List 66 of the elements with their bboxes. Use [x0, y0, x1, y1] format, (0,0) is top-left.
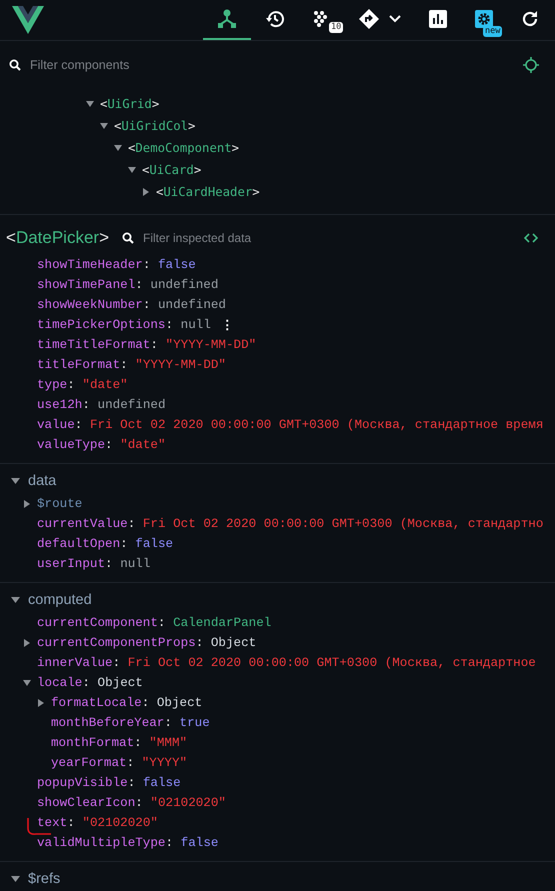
component-node[interactable]: <UiCard>	[142, 163, 202, 177]
component-tree-icon	[217, 9, 237, 29]
property-row: formatLocale: Object	[51, 696, 202, 710]
property-row: $route	[37, 497, 82, 511]
property-row: showTimePanel: undefined	[37, 278, 218, 292]
property-row: titleFormat: "YYYY-MM-DD"	[37, 358, 226, 372]
property-row: currentComponentProps: Object	[37, 636, 256, 650]
component-node[interactable]: <UiCardHeader>	[156, 185, 260, 199]
property-row: showClearIcon: "02102020"	[37, 796, 226, 810]
expand-toggle-icon[interactable]	[114, 144, 122, 152]
property-row: monthFormat: "MMM"	[51, 736, 188, 750]
more-actions-icon[interactable]: ⋮	[220, 317, 234, 333]
property-row: value: Fri Oct 02 2020 00:00:00 GMT+0300 (Москва, стандартное время	[37, 418, 544, 432]
property-row: type: "date"	[37, 378, 128, 392]
property-row: defaultOpen: false	[37, 537, 174, 551]
expand-toggle-icon[interactable]	[86, 100, 94, 108]
property-row: currentComponent: CalendarPanel	[37, 616, 272, 630]
code-icon[interactable]	[524, 233, 538, 243]
history-icon	[265, 9, 285, 29]
property-row: validMultipleType: false	[37, 836, 218, 850]
expand-toggle-icon[interactable]	[37, 699, 45, 707]
component-node[interactable]: <UiGridCol>	[114, 119, 196, 133]
expand-toggle-icon[interactable]	[128, 166, 136, 174]
count-badge: 10	[329, 22, 344, 33]
expand-toggle-icon[interactable]	[11, 477, 20, 485]
property-row: popupVisible: false	[37, 776, 181, 790]
filter-components-field[interactable]: Filter components	[30, 56, 514, 74]
count-badge: new	[483, 26, 502, 37]
logo-icon	[12, 6, 44, 34]
bar-chart-icon	[429, 10, 447, 28]
property-row: yearFormat: "YYYY"	[51, 756, 188, 770]
property-row: showWeekNumber: undefined	[37, 298, 226, 312]
property-row: userInput: null	[37, 557, 150, 571]
settings-icon	[475, 10, 493, 28]
toolbar-tab[interactable]: 10	[299, 0, 345, 40]
route-sign-icon	[359, 9, 379, 29]
property-row: text: "02102020"	[37, 816, 158, 830]
property-row: locale: Object	[37, 676, 143, 690]
property-row: use12h: undefined	[37, 398, 166, 412]
expand-toggle-icon[interactable]	[11, 596, 20, 604]
property-row: showTimeHeader: false	[37, 258, 196, 272]
refresh-icon	[521, 10, 539, 28]
property-row: innerValue: Fri Oct 02 2020 00:00:00 GMT+0300 (Москва, стандартное	[37, 656, 536, 670]
property-row: monthBeforeYear: true	[51, 716, 210, 730]
expand-toggle-icon[interactable]	[23, 639, 31, 647]
expand-toggle-icon[interactable]	[11, 875, 20, 883]
component-node[interactable]: <UiGrid>	[100, 97, 160, 111]
selected-component-name: <DatePicker>	[6, 228, 110, 248]
expand-toggle-icon[interactable]	[142, 188, 150, 196]
section-title[interactable]: computed	[28, 592, 92, 608]
property-row: currentValue: Fri Oct 02 2020 00:00:00 GMT+0300 (Москва, стандартно	[37, 517, 544, 531]
search-icon	[9, 58, 21, 70]
section-title[interactable]: $refs	[28, 871, 60, 887]
expand-toggle-icon[interactable]	[23, 500, 31, 508]
filter-data-field[interactable]: Filter inspected data	[143, 229, 515, 247]
property-row: valueType: "date"	[37, 438, 166, 452]
expand-toggle-icon[interactable]	[23, 679, 31, 687]
chevron-down-icon	[389, 15, 401, 23]
property-row: timePickerOptions: null	[37, 318, 211, 332]
component-node[interactable]: <DemoComponent>	[128, 141, 240, 155]
section-title[interactable]: data	[28, 473, 56, 489]
toolbar-tab[interactable]: new	[461, 0, 507, 40]
property-row: timeTitleFormat: "YYYY-MM-DD"	[37, 338, 256, 352]
target-icon[interactable]	[523, 56, 539, 72]
expand-toggle-icon[interactable]	[100, 122, 108, 130]
search-icon	[122, 232, 134, 244]
